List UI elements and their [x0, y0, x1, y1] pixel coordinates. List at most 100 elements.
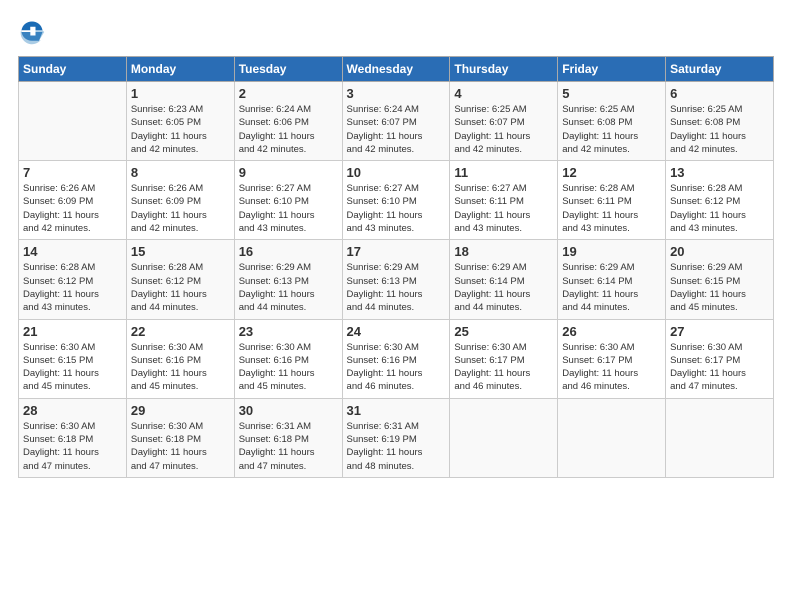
cell-details: Sunrise: 6:23 AM Sunset: 6:05 PM Dayligh…: [131, 103, 230, 156]
calendar-cell: 11Sunrise: 6:27 AM Sunset: 6:11 PM Dayli…: [450, 161, 558, 240]
week-row-4: 21 Sunrise: 6:30 AM Sunset: 6:15 PM Dayli…: [19, 319, 774, 398]
day-number: 26: [562, 324, 661, 339]
day-number: 10: [347, 165, 446, 180]
cell-details: Sunrise: 6:30 AM Sunset: 6:16 PM Dayligh…: [347, 341, 446, 394]
calendar-cell: 3 Sunrise: 6:24 AM Sunset: 6:07 PM Daylig…: [342, 82, 450, 161]
calendar-cell: 14Sunrise: 6:28 AM Sunset: 6:12 PM Dayli…: [19, 240, 127, 319]
day-number: 7: [23, 165, 122, 180]
day-number: 8: [131, 165, 230, 180]
day-number: 27: [670, 324, 769, 339]
header-cell-wednesday: Wednesday: [342, 57, 450, 82]
week-row-3: 14Sunrise: 6:28 AM Sunset: 6:12 PM Dayli…: [19, 240, 774, 319]
calendar-cell: 23Sunrise: 6:30 AM Sunset: 6:16 PM Dayli…: [234, 319, 342, 398]
header-row: SundayMondayTuesdayWednesdayThursdayFrid…: [19, 57, 774, 82]
calendar-cell: 17 Sunrise: 6:29 AM Sunset: 6:13 PM Dayli…: [342, 240, 450, 319]
cell-details: Sunrise: 6:26 AM Sunset: 6:09 PM Dayligh…: [23, 182, 122, 235]
day-number: 24: [347, 324, 446, 339]
cell-details: Sunrise: 6:30 AM Sunset: 6:16 PM Dayligh…: [131, 341, 230, 394]
day-number: 18: [454, 244, 553, 259]
cell-details: Sunrise: 6:29 AM Sunset: 6:14 PM Dayligh…: [562, 261, 661, 314]
cell-details: Sunrise: 6:31 AM Sunset: 6:18 PM Dayligh…: [239, 420, 338, 473]
calendar-cell: 28Sunrise: 6:30 AM Sunset: 6:18 PM Dayli…: [19, 398, 127, 477]
day-number: 1: [131, 86, 230, 101]
day-number: 5: [562, 86, 661, 101]
calendar-cell: 10 Sunrise: 6:27 AM Sunset: 6:10 PM Dayli…: [342, 161, 450, 240]
cell-details: Sunrise: 6:31 AM Sunset: 6:19 PM Dayligh…: [347, 420, 446, 473]
cell-details: Sunrise: 6:25 AM Sunset: 6:08 PM Dayligh…: [670, 103, 769, 156]
calendar-cell: [666, 398, 774, 477]
day-number: 30: [239, 403, 338, 418]
calendar-cell: 16 Sunrise: 6:29 AM Sunset: 6:13 PM Dayli…: [234, 240, 342, 319]
calendar-cell: 19 Sunrise: 6:29 AM Sunset: 6:14 PM Dayli…: [558, 240, 666, 319]
logo-icon: [18, 18, 46, 46]
day-number: 22: [131, 324, 230, 339]
calendar-cell: 27 Sunrise: 6:30 AM Sunset: 6:17 PM Dayli…: [666, 319, 774, 398]
cell-details: Sunrise: 6:24 AM Sunset: 6:06 PM Dayligh…: [239, 103, 338, 156]
cell-details: Sunrise: 6:27 AM Sunset: 6:10 PM Dayligh…: [347, 182, 446, 235]
calendar-cell: 29 Sunrise: 6:30 AM Sunset: 6:18 PM Dayli…: [126, 398, 234, 477]
calendar-cell: 30 Sunrise: 6:31 AM Sunset: 6:18 PM Dayli…: [234, 398, 342, 477]
calendar-cell: 9 Sunrise: 6:27 AM Sunset: 6:10 PM Daylig…: [234, 161, 342, 240]
cell-details: Sunrise: 6:30 AM Sunset: 6:16 PM Dayligh…: [239, 341, 338, 394]
calendar-cell: 5Sunrise: 6:25 AM Sunset: 6:08 PM Daylig…: [558, 82, 666, 161]
cell-details: Sunrise: 6:29 AM Sunset: 6:15 PM Dayligh…: [670, 261, 769, 314]
calendar-cell: 25 Sunrise: 6:30 AM Sunset: 6:17 PM Dayli…: [450, 319, 558, 398]
calendar-cell: 31 Sunrise: 6:31 AM Sunset: 6:19 PM Dayli…: [342, 398, 450, 477]
cell-details: Sunrise: 6:25 AM Sunset: 6:07 PM Dayligh…: [454, 103, 553, 156]
cell-details: Sunrise: 6:29 AM Sunset: 6:13 PM Dayligh…: [347, 261, 446, 314]
week-row-1: 1 Sunrise: 6:23 AM Sunset: 6:05 PM Daylig…: [19, 82, 774, 161]
cell-details: Sunrise: 6:29 AM Sunset: 6:14 PM Dayligh…: [454, 261, 553, 314]
calendar-cell: 6 Sunrise: 6:25 AM Sunset: 6:08 PM Daylig…: [666, 82, 774, 161]
cell-details: Sunrise: 6:28 AM Sunset: 6:12 PM Dayligh…: [670, 182, 769, 235]
calendar-cell: 7 Sunrise: 6:26 AM Sunset: 6:09 PM Daylig…: [19, 161, 127, 240]
day-number: 19: [562, 244, 661, 259]
week-row-5: 28 Sunrise: 6:30 AM Sunset: 6:18 PM Dayli…: [19, 398, 774, 477]
calendar-cell: 15 Sunrise: 6:28 AM Sunset: 6:12 PM Dayli…: [126, 240, 234, 319]
calendar-cell: 18 Sunrise: 6:29 AM Sunset: 6:14 PM Dayli…: [450, 240, 558, 319]
calendar-cell: [450, 398, 558, 477]
cell-details: Sunrise: 6:30 AM Sunset: 6:17 PM Dayligh…: [670, 341, 769, 394]
day-number: 6: [670, 86, 769, 101]
day-number: 21: [23, 324, 122, 339]
day-number: 17: [347, 244, 446, 259]
day-number: 13: [670, 165, 769, 180]
cell-details: Sunrise: 6:28 AM Sunset: 6:12 PM Dayligh…: [23, 261, 122, 314]
header-cell-thursday: Thursday: [450, 57, 558, 82]
day-number: 20: [670, 244, 769, 259]
page: SundayMondayTuesdayWednesdayThursdayFrid…: [0, 0, 792, 488]
calendar-cell: 12Sunrise: 6:28 AM Sunset: 6:11 PM Dayli…: [558, 161, 666, 240]
header-cell-tuesday: Tuesday: [234, 57, 342, 82]
day-number: 29: [131, 403, 230, 418]
calendar-cell: 2 Sunrise: 6:24 AM Sunset: 6:06 PM Daylig…: [234, 82, 342, 161]
cell-details: Sunrise: 6:30 AM Sunset: 6:18 PM Dayligh…: [131, 420, 230, 473]
day-number: 28: [23, 403, 122, 418]
day-number: 4: [454, 86, 553, 101]
day-number: 11: [454, 165, 553, 180]
day-number: 31: [347, 403, 446, 418]
logo: [18, 18, 50, 46]
header-cell-saturday: Saturday: [666, 57, 774, 82]
day-number: 16: [239, 244, 338, 259]
cell-details: Sunrise: 6:30 AM Sunset: 6:15 PM Dayligh…: [23, 341, 122, 394]
header-cell-friday: Friday: [558, 57, 666, 82]
week-row-2: 7 Sunrise: 6:26 AM Sunset: 6:09 PM Daylig…: [19, 161, 774, 240]
day-number: 25: [454, 324, 553, 339]
calendar-cell: 1 Sunrise: 6:23 AM Sunset: 6:05 PM Daylig…: [126, 82, 234, 161]
day-number: 12: [562, 165, 661, 180]
cell-details: Sunrise: 6:29 AM Sunset: 6:13 PM Dayligh…: [239, 261, 338, 314]
cell-details: Sunrise: 6:24 AM Sunset: 6:07 PM Dayligh…: [347, 103, 446, 156]
calendar-cell: 13 Sunrise: 6:28 AM Sunset: 6:12 PM Dayli…: [666, 161, 774, 240]
header-cell-monday: Monday: [126, 57, 234, 82]
day-number: 3: [347, 86, 446, 101]
day-number: 9: [239, 165, 338, 180]
cell-details: Sunrise: 6:28 AM Sunset: 6:12 PM Dayligh…: [131, 261, 230, 314]
calendar-cell: 21 Sunrise: 6:30 AM Sunset: 6:15 PM Dayli…: [19, 319, 127, 398]
day-number: 2: [239, 86, 338, 101]
header: [18, 18, 774, 46]
calendar-cell: 20 Sunrise: 6:29 AM Sunset: 6:15 PM Dayli…: [666, 240, 774, 319]
day-number: 15: [131, 244, 230, 259]
calendar-cell: 24 Sunrise: 6:30 AM Sunset: 6:16 PM Dayli…: [342, 319, 450, 398]
cell-details: Sunrise: 6:30 AM Sunset: 6:17 PM Dayligh…: [454, 341, 553, 394]
cell-details: Sunrise: 6:27 AM Sunset: 6:10 PM Dayligh…: [239, 182, 338, 235]
cell-details: Sunrise: 6:30 AM Sunset: 6:17 PM Dayligh…: [562, 341, 661, 394]
